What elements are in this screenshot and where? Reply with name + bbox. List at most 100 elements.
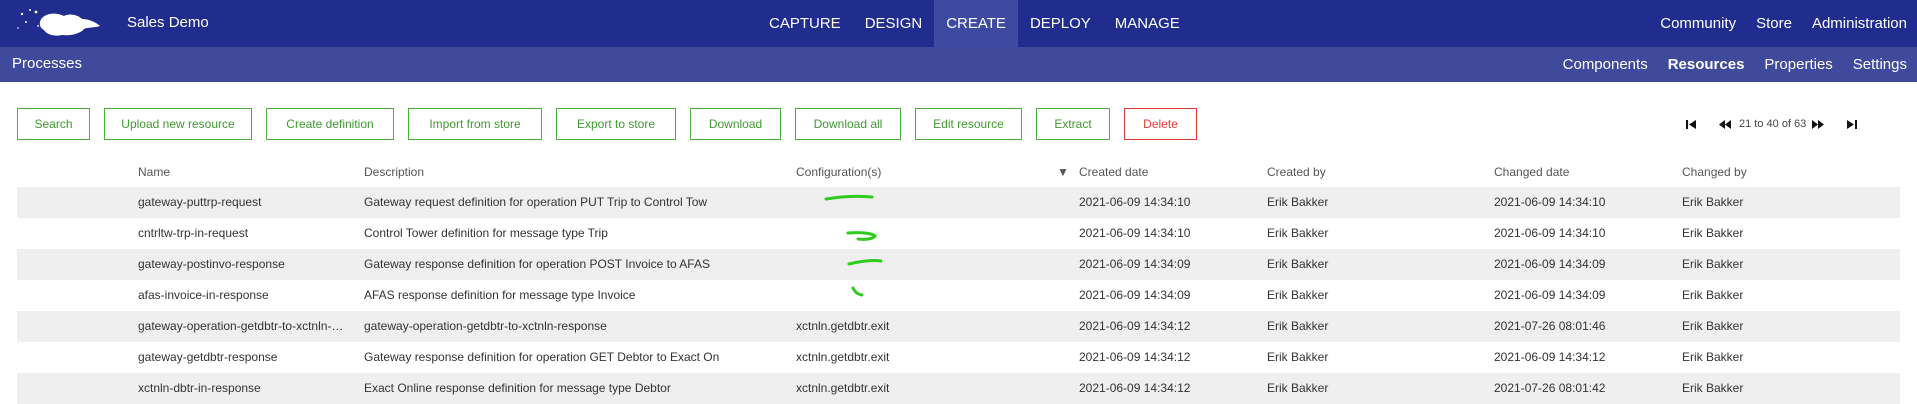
resource-changed-by: Erik Bakker [1682, 319, 1744, 333]
main-navigation: CAPTURE DESIGN CREATE DEPLOY MANAGE [757, 0, 1192, 47]
tab-settings[interactable]: Settings [1843, 47, 1917, 82]
app-name: Sales Demo [127, 14, 209, 31]
search-button[interactable]: Search [17, 108, 90, 140]
resource-changed-date: 2021-07-26 08:01:46 [1494, 319, 1606, 333]
resource-changed-date: 2021-06-09 14:34:09 [1494, 288, 1606, 302]
resource-created-date: 2021-06-09 14:34:12 [1079, 381, 1191, 395]
delete-button[interactable]: Delete [1124, 108, 1197, 140]
extract-button[interactable]: Extract [1036, 108, 1110, 140]
resource-toolbar: Search Upload new resource Create defini… [17, 108, 1211, 140]
tab-components[interactable]: Components [1553, 47, 1658, 82]
nav-create[interactable]: CREATE [934, 0, 1018, 47]
previous-page-icon[interactable] [1717, 117, 1733, 131]
nav-design[interactable]: DESIGN [853, 0, 935, 47]
resource-created-by: Erik Bakker [1267, 195, 1329, 209]
resource-changed-date: 2021-06-09 14:34:10 [1494, 226, 1606, 240]
last-page-icon[interactable] [1844, 117, 1860, 131]
resource-configurations: xctnln.getdbtr.exit [796, 319, 890, 333]
create-definition-button[interactable]: Create definition [266, 108, 394, 140]
resource-configurations: xctnln.getdbtr.exit [796, 350, 890, 364]
resource-description: Gateway response definition for operatio… [364, 257, 710, 271]
resource-changed-date: 2021-06-09 14:34:12 [1494, 350, 1606, 364]
top-navigation-bar: Sales Demo CAPTURE DESIGN CREATE DEPLOY … [0, 0, 1917, 47]
download-button[interactable]: Download [690, 108, 781, 140]
resource-created-date: 2021-06-09 14:34:09 [1079, 257, 1191, 271]
resource-description: Control Tower definition for message typ… [364, 226, 608, 240]
table-row[interactable]: xctnln-dbtr-in-response Exact Online resp… [17, 373, 1900, 404]
column-created-by[interactable]: Created by [1267, 159, 1467, 185]
resource-changed-by: Erik Bakker [1682, 257, 1744, 271]
resource-changed-by: Erik Bakker [1682, 288, 1744, 302]
resource-name: gateway-getdbtr-response [138, 350, 278, 364]
table-row[interactable]: gateway-operation-getdbtr-to-xctnln-… gat… [17, 311, 1900, 342]
resource-configurations: xctnln.getdbtr.exit [796, 381, 890, 395]
resource-name: cntrltw-trp-in-request [138, 226, 249, 240]
nav-capture[interactable]: CAPTURE [757, 0, 853, 47]
export-to-store-button[interactable]: Export to store [556, 108, 676, 140]
resource-changed-date: 2021-06-09 14:34:09 [1494, 257, 1606, 271]
resource-description: Exact Online response definition for mes… [364, 381, 671, 395]
table-header: Name Description Configuration(s) ▼ Crea… [17, 159, 1900, 187]
resource-name: gateway-puttrp-request [138, 195, 262, 209]
resource-description: gateway-operation-getdbtr-to-xctnln-resp… [364, 319, 607, 333]
resource-name: gateway-operation-getdbtr-to-xctnln-… [138, 319, 344, 333]
table-row[interactable]: gateway-postinvo-response Gateway respons… [17, 249, 1900, 280]
column-created-date[interactable]: Created date [1079, 159, 1249, 185]
resource-description: Gateway request definition for operation… [364, 195, 708, 209]
resource-changed-date: 2021-06-09 14:34:10 [1494, 195, 1606, 209]
resource-created-date: 2021-06-09 14:34:09 [1079, 288, 1191, 302]
nav-deploy[interactable]: DEPLOY [1018, 0, 1103, 47]
table-row[interactable]: cntrltw-trp-in-request Control Tower defi… [17, 218, 1900, 249]
company-logo[interactable] [14, 4, 104, 44]
upload-resource-button[interactable]: Upload new resource [104, 108, 252, 140]
resource-name: xctnln-dbtr-in-response [138, 381, 261, 395]
resource-description: Gateway response definition for operatio… [364, 350, 720, 364]
column-name[interactable]: Name [138, 159, 358, 185]
resource-created-by: Erik Bakker [1267, 350, 1329, 364]
resource-changed-date: 2021-07-26 08:01:42 [1494, 381, 1606, 395]
page-range: 21 to 40 of 63 [1739, 118, 1807, 130]
tab-resources[interactable]: Resources [1658, 47, 1755, 82]
column-description[interactable]: Description [364, 159, 784, 185]
resource-name: gateway-postinvo-response [138, 257, 285, 271]
resource-name: afas-invoice-in-response [138, 288, 269, 302]
pagination: 21 to 40 of 63 [1683, 117, 1860, 131]
user-navigation: Community Store Administration [1650, 0, 1917, 47]
resource-created-date: 2021-06-09 14:34:12 [1079, 350, 1191, 364]
edit-resource-button[interactable]: Edit resource [915, 108, 1022, 140]
resources-table: Name Description Configuration(s) ▼ Crea… [17, 159, 1900, 404]
table-row[interactable]: gateway-puttrp-request Gateway request de… [17, 187, 1900, 218]
table-row[interactable]: afas-invoice-in-response AFAS response de… [17, 280, 1900, 311]
resource-created-by: Erik Bakker [1267, 226, 1329, 240]
column-changed-date[interactable]: Changed date [1494, 159, 1664, 185]
import-from-store-button[interactable]: Import from store [408, 108, 542, 140]
column-configurations[interactable]: Configuration(s) [796, 159, 1056, 185]
resource-created-date: 2021-06-09 14:34:10 [1079, 195, 1191, 209]
next-page-icon[interactable] [1810, 117, 1826, 131]
resource-created-date: 2021-06-09 14:34:10 [1079, 226, 1191, 240]
section-title[interactable]: Processes [12, 55, 82, 72]
nav-community[interactable]: Community [1650, 0, 1746, 47]
nav-store[interactable]: Store [1746, 0, 1802, 47]
tab-properties[interactable]: Properties [1754, 47, 1842, 82]
resource-changed-by: Erik Bakker [1682, 381, 1744, 395]
resource-changed-by: Erik Bakker [1682, 226, 1744, 240]
resource-created-by: Erik Bakker [1267, 288, 1329, 302]
sort-descending-icon[interactable]: ▼ [1057, 159, 1071, 185]
section-bar: Processes Components Resources Propertie… [0, 47, 1917, 82]
table-body: gateway-puttrp-request Gateway request de… [17, 187, 1900, 404]
nav-administration[interactable]: Administration [1802, 0, 1917, 47]
table-row[interactable]: gateway-getdbtr-response Gateway response… [17, 342, 1900, 373]
resource-changed-by: Erik Bakker [1682, 195, 1744, 209]
resource-created-by: Erik Bakker [1267, 319, 1329, 333]
resource-created-by: Erik Bakker [1267, 257, 1329, 271]
resource-description: AFAS response definition for message typ… [364, 288, 636, 302]
first-page-icon[interactable] [1683, 117, 1699, 131]
resource-created-by: Erik Bakker [1267, 381, 1329, 395]
section-navigation: Components Resources Properties Settings [1553, 47, 1917, 82]
download-all-button[interactable]: Download all [795, 108, 901, 140]
resource-created-date: 2021-06-09 14:34:12 [1079, 319, 1191, 333]
resource-changed-by: Erik Bakker [1682, 350, 1744, 364]
column-changed-by[interactable]: Changed by [1682, 159, 1882, 185]
nav-manage[interactable]: MANAGE [1103, 0, 1192, 47]
